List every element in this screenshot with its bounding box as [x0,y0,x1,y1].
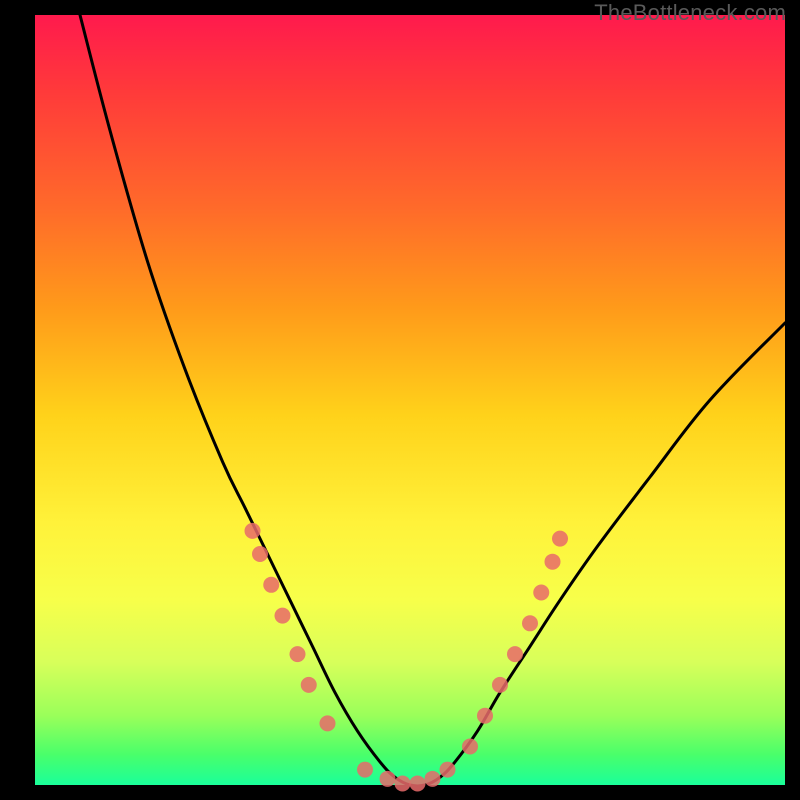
marker-point [320,715,336,731]
marker-point [533,585,549,601]
chart-frame: TheBottleneck.com [0,0,800,800]
marker-point [492,677,508,693]
marker-point [440,762,456,778]
marker-point [545,554,561,570]
marker-point [290,646,306,662]
marker-point [507,646,523,662]
bottleneck-curve [80,15,785,786]
marker-point [357,762,373,778]
marker-point [263,577,279,593]
watermark-text: TheBottleneck.com [594,0,786,26]
marker-point [245,523,261,539]
marker-point [462,739,478,755]
marker-point [275,608,291,624]
marker-point [301,677,317,693]
marker-point [425,771,441,787]
marker-point [410,775,426,791]
marker-point [522,615,538,631]
marker-point [395,775,411,791]
marker-group [245,523,569,792]
curve-svg [35,15,785,785]
plot-area [35,15,785,785]
marker-point [380,771,396,787]
marker-point [252,546,268,562]
marker-point [477,708,493,724]
marker-point [552,531,568,547]
